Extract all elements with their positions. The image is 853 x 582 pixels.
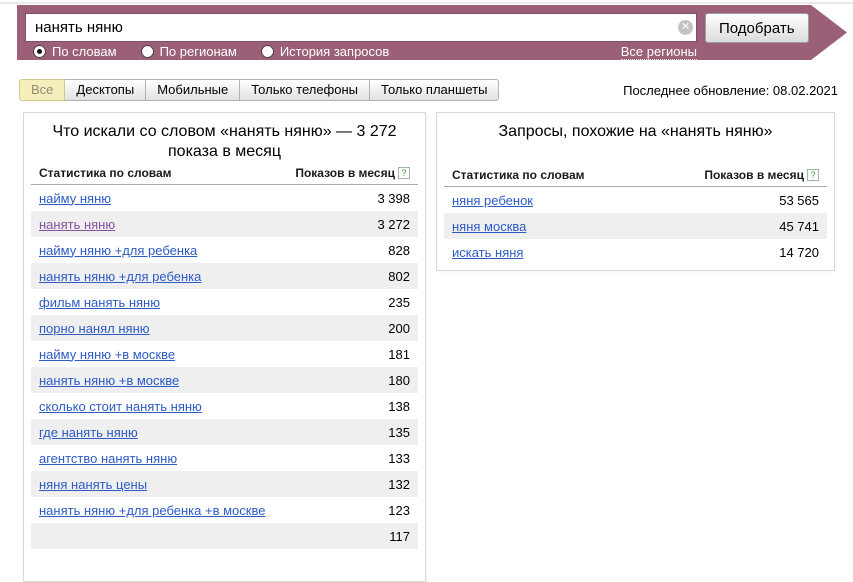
impressions-value: 181 [388, 347, 410, 362]
last-update-text: Последнее обновление: 08.02.2021 [623, 83, 838, 98]
impressions-value: 828 [388, 243, 410, 258]
keyword-link[interactable]: няня ребенок [452, 193, 533, 208]
search-mode-radio[interactable]: История запросов [261, 44, 390, 59]
impressions-value: 14 720 [779, 245, 819, 260]
submit-button[interactable]: Подобрать [705, 13, 809, 43]
search-header-bar: ✕ Подобрать По словам По регионам Истори… [17, 5, 847, 60]
keyword-link[interactable]: найму няню +для ребенка [39, 243, 197, 258]
panel-title: Запросы, похожие на «нанять няню» [437, 122, 834, 142]
table-row: порно нанял няню 200 [31, 315, 418, 341]
impressions-value: 133 [388, 451, 410, 466]
impressions-value: 135 [388, 425, 410, 440]
table-row: няня нанять цены 132 [31, 471, 418, 497]
keyword-link[interactable]: найму няню +в москве [39, 347, 175, 362]
keyword-link[interactable]: нанять няню +для ребенка +в москве [39, 503, 265, 518]
table-rows: няня ребенок 53 565 няня москва 45 741 и… [444, 187, 827, 265]
impressions-value: 3 398 [377, 191, 410, 206]
impressions-value: 3 272 [377, 217, 410, 232]
keyword-link[interactable]: агентство нанять няню [39, 451, 177, 466]
keyword-link[interactable]: нанять няню [39, 217, 115, 232]
impressions-value: 802 [388, 269, 410, 284]
keyword-link[interactable]: где нанять няню [39, 425, 138, 440]
all-regions-link[interactable]: Все регионы [621, 44, 697, 60]
search-mode-label: По регионам [160, 44, 237, 59]
keyword-link[interactable]: фильм нанять няню [39, 295, 160, 310]
radio-icon [141, 45, 154, 58]
table-row: нанять няню 3 272 [31, 211, 418, 237]
keyword-link[interactable]: няня москва [452, 219, 526, 234]
device-tab[interactable]: Только телефоны [239, 79, 370, 101]
impressions-value: 180 [388, 373, 410, 388]
table-rows: найму няню 3 398 нанять няню 3 272 найму… [31, 185, 418, 549]
help-icon[interactable]: ? [807, 169, 819, 181]
column-impressions-label: Показов в месяц? [704, 168, 819, 182]
column-keyword-label: Статистика по словам [39, 166, 172, 180]
impressions-value: 117 [389, 529, 410, 544]
search-mode-radio[interactable]: По регионам [141, 44, 237, 59]
radio-icon [261, 45, 274, 58]
search-input[interactable] [25, 13, 697, 42]
keyword-link[interactable]: искать няня [452, 245, 523, 260]
impressions-value: 45 741 [779, 219, 819, 234]
table-row: сколько стоит нанять няню 138 [31, 393, 418, 419]
panel-search-stats: Что искали со словом «нанять няню» — 3 2… [23, 112, 426, 582]
table-row: где нанять няню 135 [31, 419, 418, 445]
page-top-divider [0, 2, 853, 4]
impressions-value: 138 [388, 399, 410, 414]
column-impressions-label: Показов в месяц? [295, 166, 410, 180]
table-row: искать няня 14 720 [444, 239, 827, 265]
search-mode-radio[interactable]: По словам [33, 44, 117, 59]
help-icon[interactable]: ? [398, 167, 410, 179]
table-row: няня москва 45 741 [444, 213, 827, 239]
table-row: няня ребенок 53 565 [444, 187, 827, 213]
table-header: Статистика по словам Показов в месяц? [31, 162, 418, 185]
table-row: нанять няню +в москве 180 [31, 367, 418, 393]
keyword-link[interactable]: нанять няню +для ребенка [39, 269, 201, 284]
device-tab[interactable]: Мобильные [145, 79, 240, 101]
device-tab[interactable]: Только планшеты [369, 79, 499, 101]
impressions-value: 123 [388, 503, 410, 518]
impressions-value: 235 [388, 295, 410, 310]
table-row: нанять няню +для ребенка +в москве 123 [31, 497, 418, 523]
device-tab[interactable]: Все [19, 79, 65, 101]
search-mode-label: По словам [52, 44, 117, 59]
impressions-value: 200 [388, 321, 410, 336]
keyword-link[interactable]: сколько стоит нанять няню [39, 399, 202, 414]
table-row: 117 [31, 523, 418, 549]
device-tabs: ВсеДесктопыМобильныеТолько телефоныТольк… [19, 79, 499, 101]
table-row: найму няню 3 398 [31, 185, 418, 211]
table-row: нанять няню +для ребенка 802 [31, 263, 418, 289]
search-mode-group: По словам По регионам История запросов [33, 44, 389, 59]
impressions-value: 53 565 [779, 193, 819, 208]
panel-similar-queries: Запросы, похожие на «нанять няню» Статис… [436, 112, 835, 271]
table-row: фильм нанять няню 235 [31, 289, 418, 315]
panel-title: Что искали со словом «нанять няню» — 3 2… [49, 122, 401, 162]
column-keyword-label: Статистика по словам [452, 168, 585, 182]
device-tab[interactable]: Десктопы [64, 79, 146, 101]
impressions-value: 132 [388, 477, 410, 492]
keyword-link[interactable]: няня нанять цены [39, 477, 147, 492]
keyword-link[interactable]: найму няню [39, 191, 111, 206]
table-row: найму няню +в москве 181 [31, 341, 418, 367]
keyword-link[interactable]: нанять няню +в москве [39, 373, 179, 388]
table-row: найму няню +для ребенка 828 [31, 237, 418, 263]
keyword-link[interactable]: порно нанял няню [39, 321, 150, 336]
radio-icon [33, 45, 46, 58]
table-header: Статистика по словам Показов в месяц? [444, 164, 827, 187]
search-mode-label: История запросов [280, 44, 390, 59]
clear-icon[interactable]: ✕ [678, 20, 693, 35]
table-row: агентство нанять няню 133 [31, 445, 418, 471]
